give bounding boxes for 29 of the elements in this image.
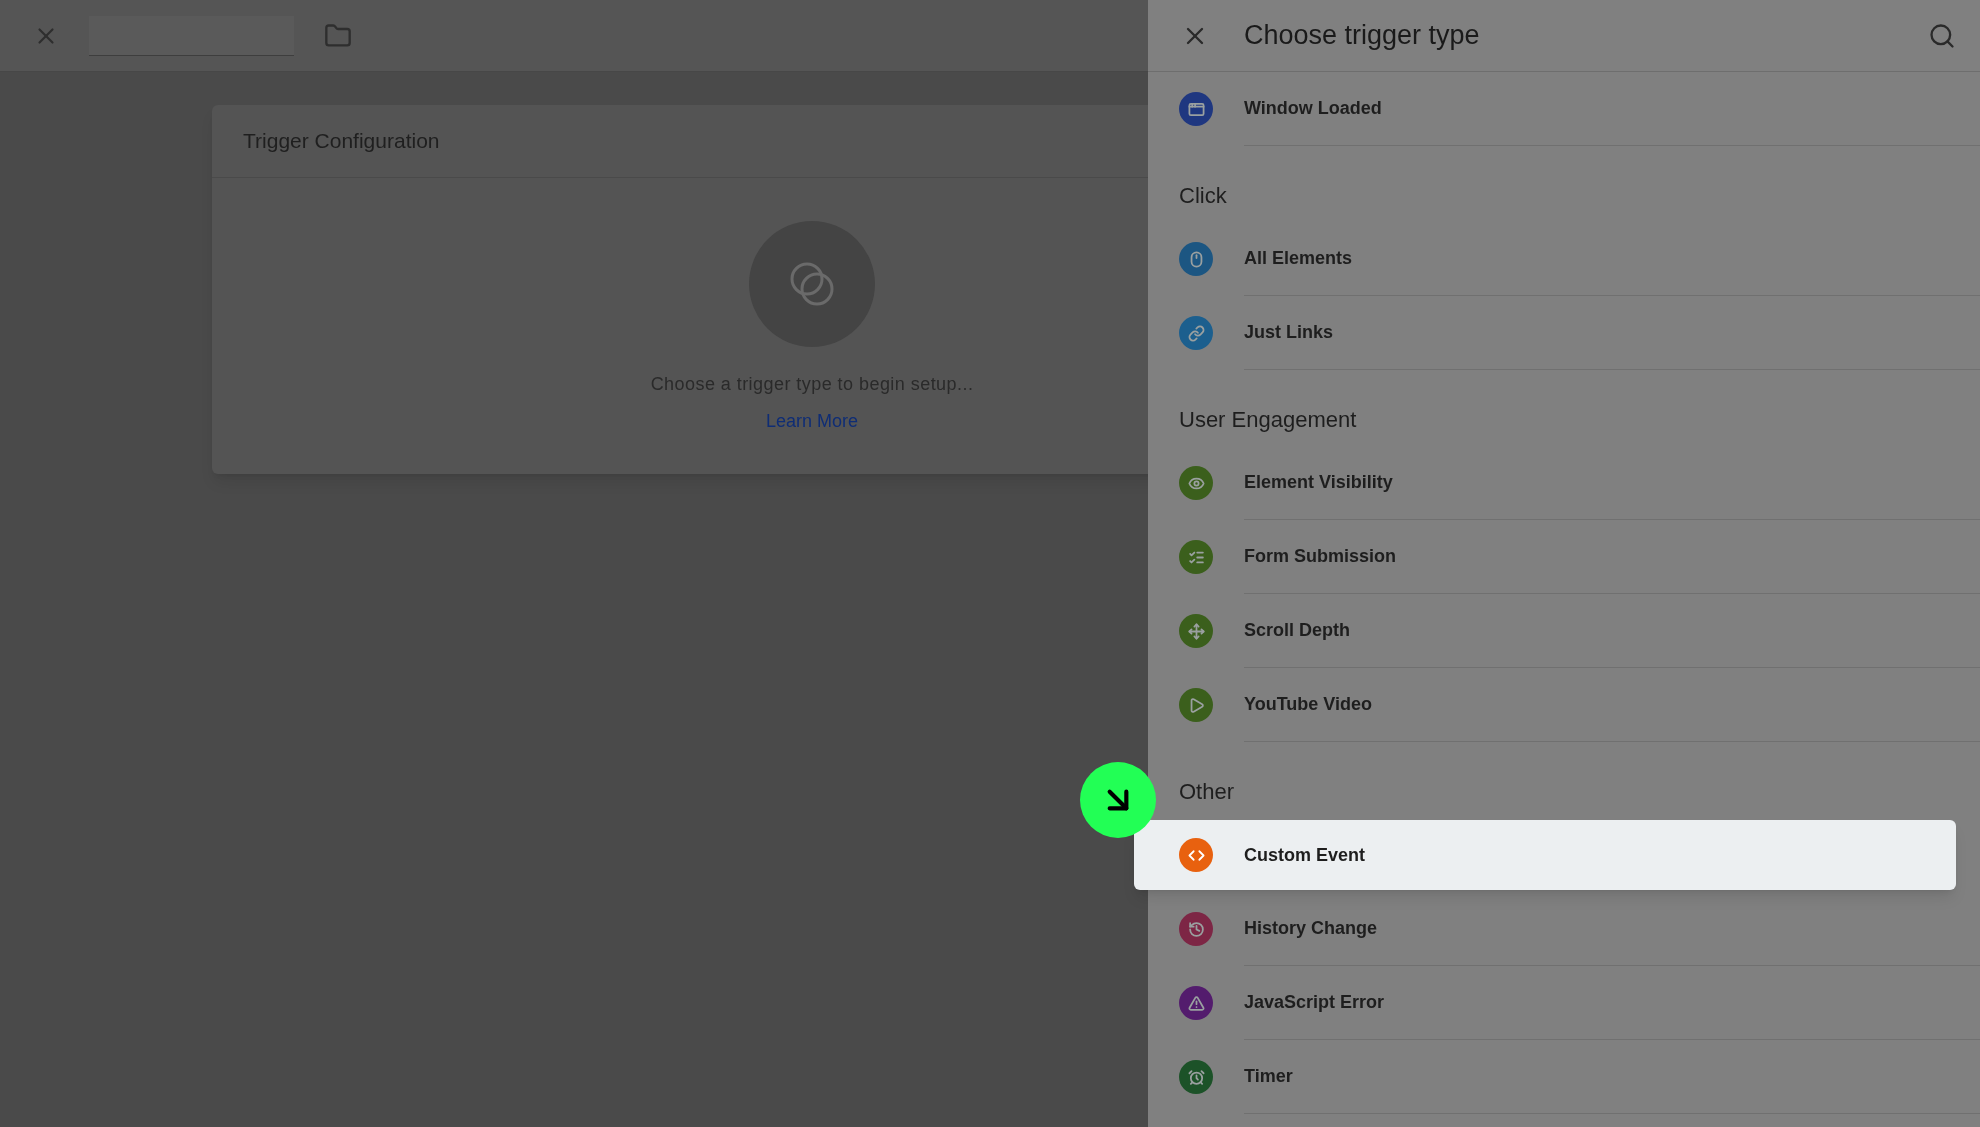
section-heading: Click	[1179, 182, 1227, 210]
trigger-type-label: JavaScript Error	[1244, 991, 1385, 1014]
trigger-type-label: History Change	[1244, 917, 1378, 940]
trigger-type-item[interactable]: Element Visibility	[1148, 446, 1980, 520]
trigger-type-label: Timer	[1244, 1065, 1293, 1088]
trigger-type-label: Custom Event	[1244, 843, 1366, 867]
trigger-type-item[interactable]: Form Submission	[1148, 520, 1980, 594]
section-heading: Other	[1179, 778, 1235, 806]
trigger-type-item[interactable]: Just Links	[1148, 296, 1980, 370]
trigger-type-item[interactable]: Timer	[1148, 1040, 1980, 1114]
trigger-type-item[interactable]: All Elements	[1148, 222, 1980, 296]
trigger-type-item[interactable]: YouTube Video	[1148, 668, 1980, 742]
trigger-type-label: All Elements	[1244, 247, 1353, 270]
trigger-type-item[interactable]: Window Loaded	[1148, 72, 1980, 146]
trigger-type-item[interactable]: JavaScript Error	[1148, 966, 1980, 1040]
trigger-type-item[interactable]: Scroll Depth	[1148, 594, 1980, 668]
trigger-type-label: Form Submission	[1244, 545, 1396, 568]
trigger-type-item[interactable]: History Change	[1148, 892, 1980, 966]
folder-icon[interactable]	[324, 21, 352, 50]
trigger-type-label: Scroll Depth	[1244, 619, 1350, 642]
trigger-type-label: Window Loaded	[1244, 97, 1382, 120]
trigger-type-label: Just Links	[1244, 321, 1334, 344]
trigger-type-label: Element Visibility	[1244, 471, 1393, 494]
section-heading: User Engagement	[1179, 406, 1357, 434]
panel-title: Choose trigger type	[1244, 19, 1480, 53]
trigger-type-label: YouTube Video	[1244, 693, 1372, 716]
name-input-field[interactable]	[89, 15, 294, 56]
trigger-type-item[interactable]: Custom Event	[1134, 820, 1956, 890]
search-icon[interactable]	[1928, 21, 1956, 50]
